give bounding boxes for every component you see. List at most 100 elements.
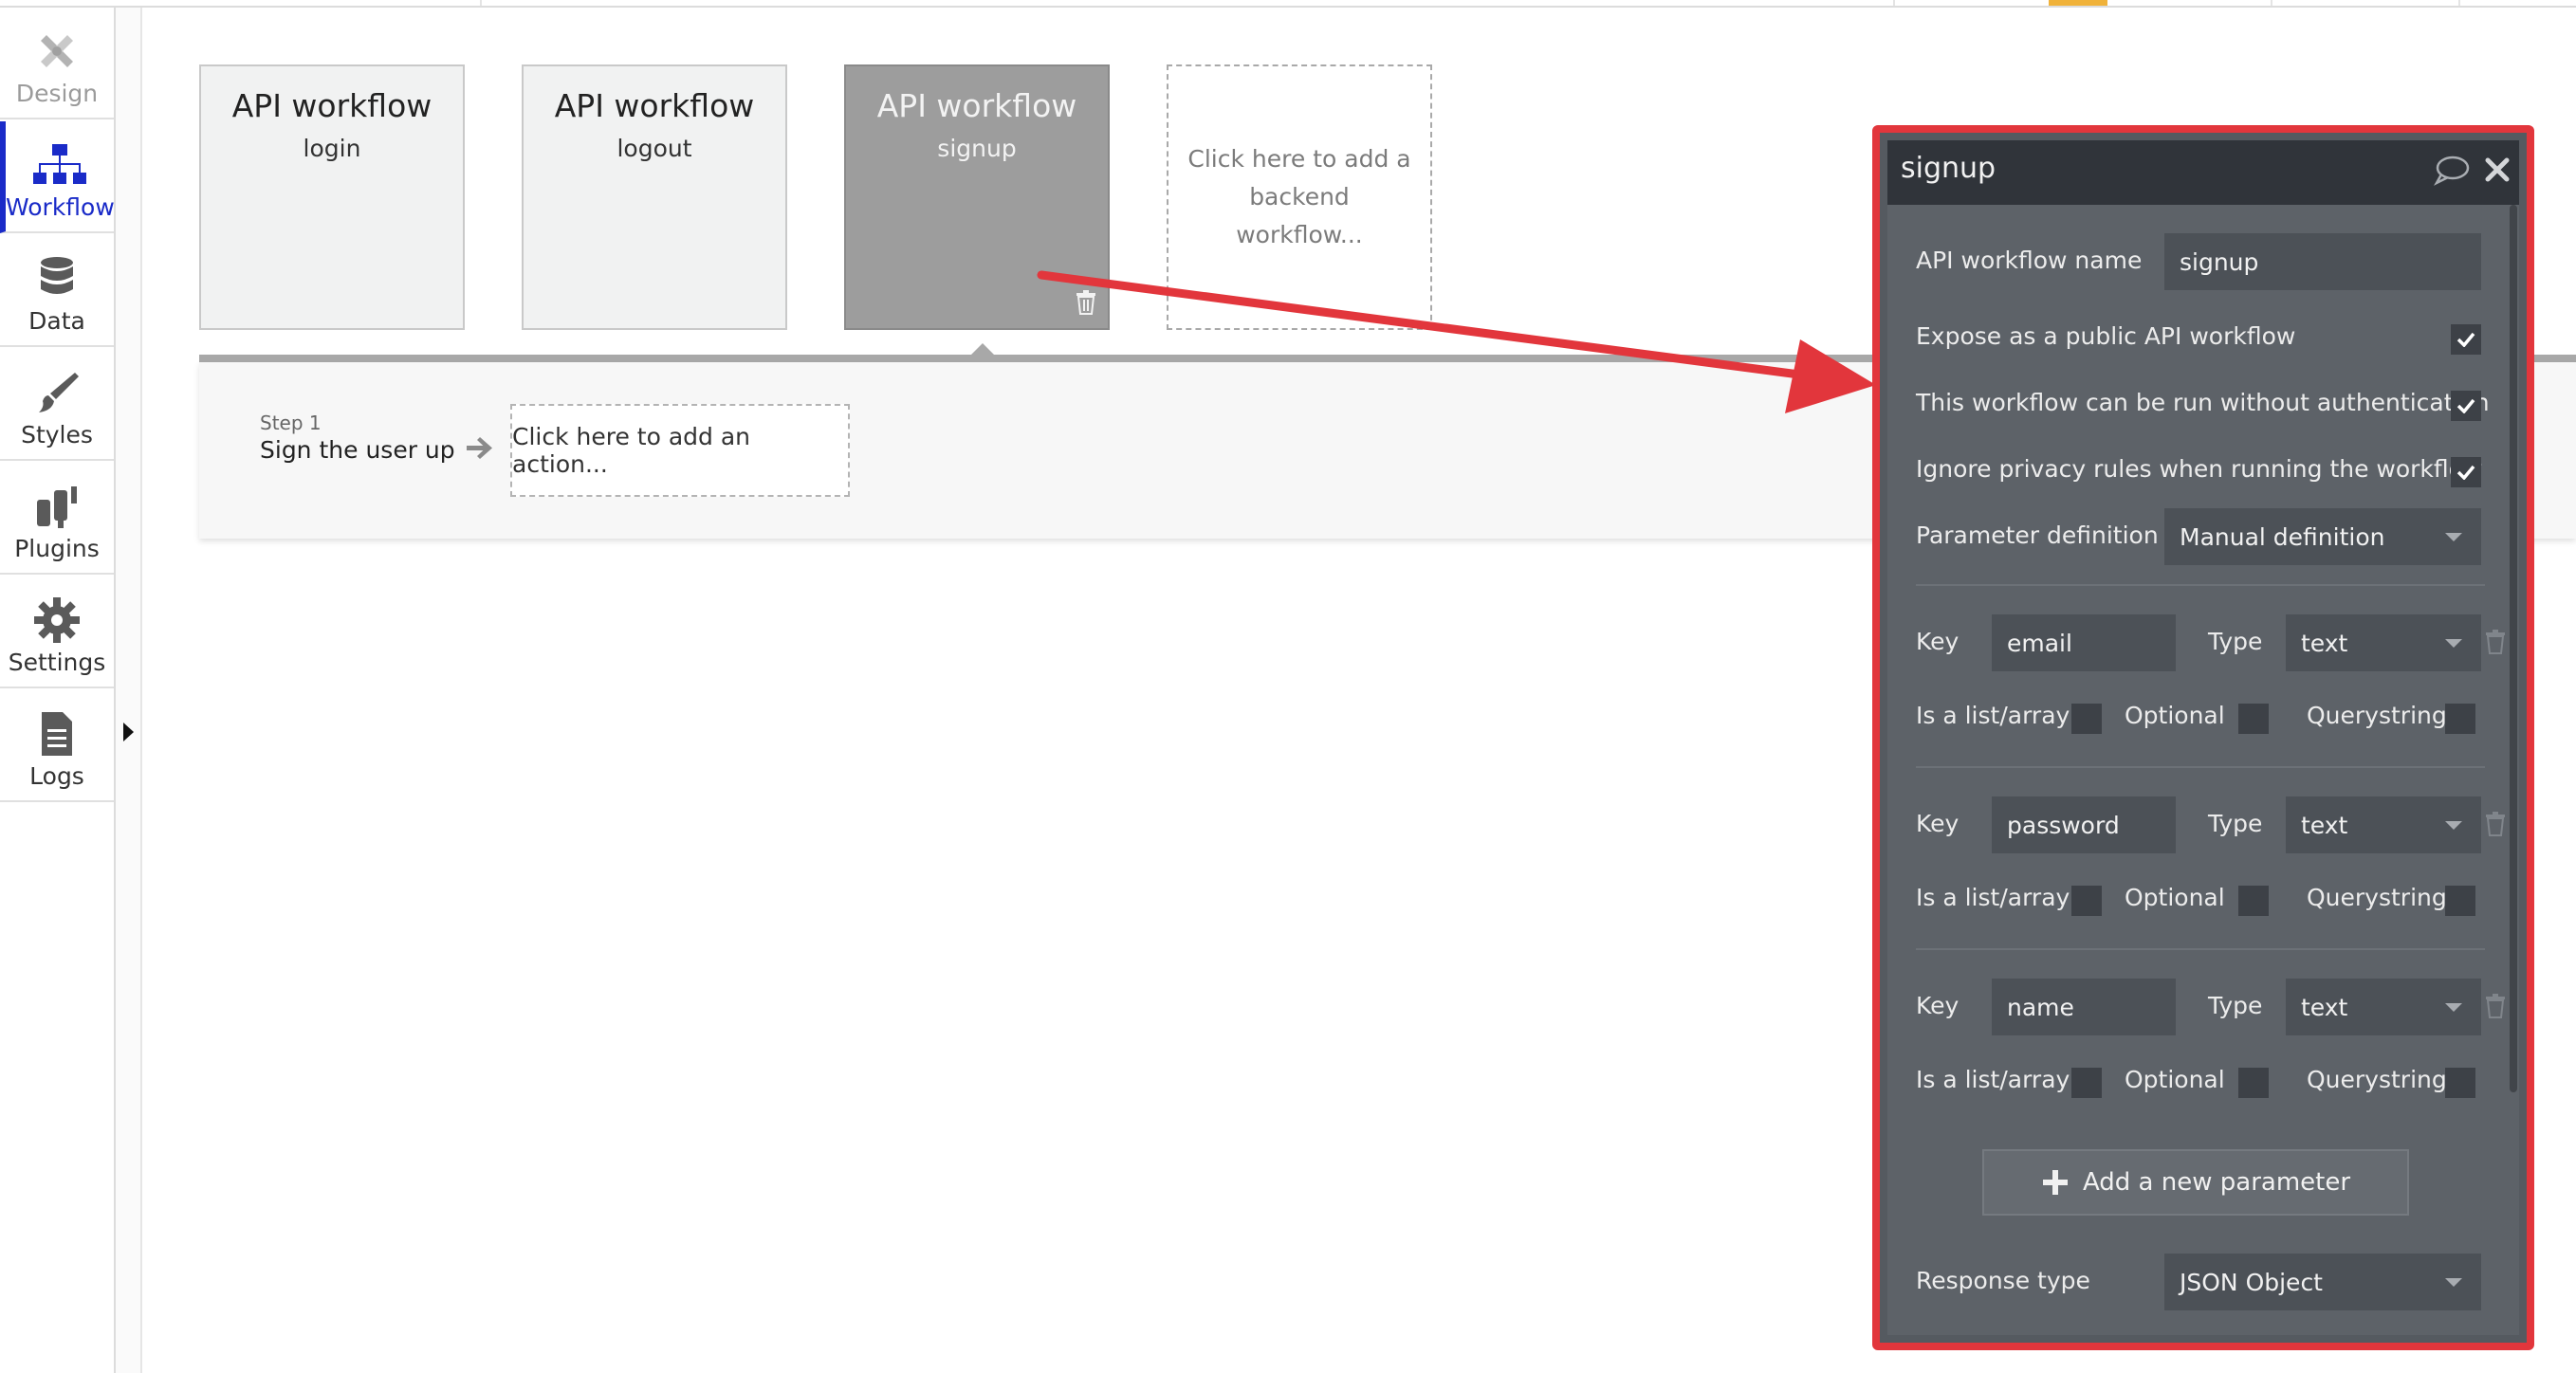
param-querystring-label: Querystring: [2307, 884, 2447, 911]
param-list-checkbox[interactable]: [2071, 704, 2102, 734]
add-parameter-button[interactable]: Add a new parameter: [1982, 1149, 2409, 1216]
workflow-name-input[interactable]: signup: [2164, 233, 2481, 290]
workflow-card-logout[interactable]: API workflow logout: [522, 64, 787, 330]
sidebar-item-label: Styles: [21, 421, 93, 449]
param-optional-checkbox[interactable]: [2238, 1068, 2269, 1098]
property-editor-scrollbar[interactable]: [2510, 205, 2517, 1092]
param-key-value: email: [2007, 629, 2072, 657]
top-bar-tick: [2271, 0, 2272, 6]
param-querystring-label: Querystring: [2307, 702, 2447, 729]
checkmark-icon: [2456, 398, 2475, 413]
param-querystring-checkbox[interactable]: [2445, 1068, 2475, 1098]
top-bar: [0, 0, 2576, 8]
chevron-down-icon: [2445, 821, 2462, 830]
sidebar-item-settings[interactable]: Settings: [0, 577, 114, 688]
param-type-label: Type: [2208, 628, 2263, 655]
param-key-input[interactable]: email: [1992, 614, 2176, 671]
response-type-dropdown[interactable]: JSON Object: [2164, 1254, 2481, 1310]
param-type-label: Type: [2208, 992, 2263, 1019]
chevron-down-icon: [2445, 533, 2462, 541]
sidebar: Design Workflow Data Styles Plugins Sett…: [0, 8, 116, 1373]
workflow-icon: [6, 138, 114, 192]
param-optional-label: Optional: [2125, 1066, 2225, 1093]
expose-public-label: Expose as a public API workflow: [1916, 322, 2296, 350]
param-optional-checkbox[interactable]: [2238, 704, 2269, 734]
workflow-card-type: API workflow: [554, 87, 755, 124]
chevron-down-icon: [2445, 639, 2462, 648]
param-key-input[interactable]: password: [1992, 796, 2176, 853]
top-bar-tick: [2458, 0, 2460, 6]
sidebar-item-design[interactable]: Design: [0, 8, 114, 119]
top-bar-tick: [1893, 0, 1895, 6]
expand-sidebar-icon[interactable]: [123, 723, 134, 741]
chevron-down-icon: [2445, 1278, 2462, 1287]
section-divider: [1916, 766, 2485, 768]
param-type-label: Type: [2208, 810, 2263, 837]
parameter-definition-dropdown[interactable]: Manual definition: [2164, 508, 2481, 565]
sidebar-item-styles[interactable]: Styles: [0, 349, 114, 461]
top-bar-tick: [480, 0, 482, 6]
brush-icon: [0, 366, 114, 419]
workflow-card-login[interactable]: API workflow login: [199, 64, 465, 330]
property-editor-title: signup: [1901, 152, 1996, 185]
param-querystring-label: Querystring: [2307, 1066, 2447, 1093]
database-icon: [0, 252, 114, 305]
comment-icon[interactable]: [2433, 156, 2470, 190]
param-key-label: Key: [1916, 810, 1960, 837]
parameter-definition-value: Manual definition: [2180, 522, 2385, 551]
sidebar-item-label: Workflow: [6, 193, 115, 221]
param-key-input[interactable]: name: [1992, 979, 2176, 1035]
expose-public-checkbox[interactable]: [2451, 324, 2481, 355]
arrow-right-icon: [465, 434, 495, 465]
response-type-value: JSON Object: [2180, 1268, 2323, 1296]
param-list-label: Is a list/array: [1916, 884, 2070, 911]
sidebar-item-workflow[interactable]: Workflow: [0, 121, 115, 233]
add-parameter-label: Add a new parameter: [2082, 1168, 2351, 1197]
delete-parameter-trash-icon[interactable]: [2485, 994, 2506, 1022]
param-type-value: text: [2301, 993, 2348, 1021]
param-type-dropdown[interactable]: text: [2286, 614, 2481, 671]
step-title[interactable]: Sign the user up: [260, 436, 455, 464]
workflow-card-name: logout: [616, 135, 692, 162]
sidebar-gutter: [116, 8, 142, 1373]
no-authentication-label: This workflow can be run without authent…: [1916, 389, 2490, 416]
param-list-checkbox[interactable]: [2071, 886, 2102, 916]
param-key-label: Key: [1916, 992, 1960, 1019]
parameter-definition-label: Parameter definition: [1916, 522, 2159, 549]
workflow-name-value: signup: [2180, 247, 2259, 276]
sidebar-item-data[interactable]: Data: [0, 235, 114, 347]
no-authentication-checkbox[interactable]: [2451, 391, 2481, 421]
workflow-card-name: signup: [937, 135, 1017, 162]
param-querystring-checkbox[interactable]: [2445, 704, 2475, 734]
section-divider: [1916, 584, 2485, 586]
gear-icon: [0, 594, 114, 647]
param-type-dropdown[interactable]: text: [2286, 979, 2481, 1035]
workflow-card-name: login: [303, 135, 361, 162]
add-action-label: Click here to add an action...: [512, 423, 751, 478]
plus-icon: [2042, 1170, 2068, 1195]
param-key-label: Key: [1916, 628, 1960, 655]
param-optional-checkbox[interactable]: [2238, 886, 2269, 916]
delete-parameter-trash-icon[interactable]: [2485, 812, 2506, 840]
chevron-down-icon: [2445, 1003, 2462, 1012]
param-key-value: name: [2007, 993, 2074, 1021]
sidebar-item-logs[interactable]: Logs: [0, 690, 114, 802]
selected-workflow-pointer: [969, 343, 996, 357]
workflow-name-label: API workflow name: [1916, 247, 2143, 274]
sidebar-item-label: Logs: [29, 762, 84, 790]
checkmark-icon: [2456, 332, 2475, 347]
sidebar-item-plugins[interactable]: Plugins: [0, 463, 114, 575]
workflow-card-type: API workflow: [231, 87, 432, 124]
document-icon: [0, 707, 114, 760]
close-icon[interactable]: [2485, 157, 2510, 186]
param-type-dropdown[interactable]: text: [2286, 796, 2481, 853]
delete-parameter-trash-icon[interactable]: [2485, 630, 2506, 658]
design-icon: [0, 25, 114, 78]
plugin-icon: [0, 480, 114, 533]
add-action-button[interactable]: Click here to add an action...: [510, 404, 850, 497]
param-querystring-checkbox[interactable]: [2445, 886, 2475, 916]
sidebar-item-label: Plugins: [14, 535, 100, 562]
sidebar-item-label: Settings: [8, 649, 106, 676]
param-list-checkbox[interactable]: [2071, 1068, 2102, 1098]
ignore-privacy-checkbox[interactable]: [2451, 457, 2481, 487]
